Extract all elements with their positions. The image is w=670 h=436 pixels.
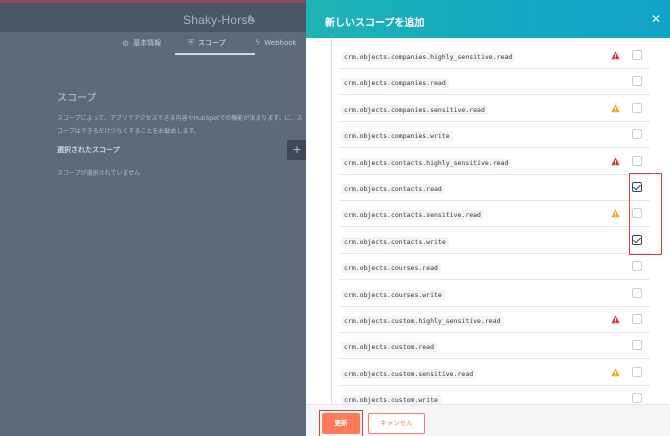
- scope-name: crm.objects.companies.sensitive.read: [341, 104, 488, 115]
- scope-row[interactable]: crm.objects.courses.write: [339, 281, 650, 307]
- scope-row[interactable]: crm.objects.contacts.read: [339, 175, 650, 201]
- scope-row[interactable]: crm.objects.companies.write: [339, 122, 650, 149]
- scope-row[interactable]: crm.objects.custom.highly_sensitive.read: [339, 307, 650, 333]
- warning-icon: [611, 315, 620, 324]
- close-icon[interactable]: ✕: [651, 12, 661, 26]
- warning-icon: [611, 368, 620, 377]
- add-scope-button[interactable]: +: [287, 140, 307, 160]
- scope-checkbox[interactable]: [632, 50, 642, 60]
- scope-checkbox[interactable]: [632, 287, 642, 298]
- panel-title: 新しいスコープを追加: [325, 18, 425, 29]
- pencil-icon[interactable]: ✎: [247, 13, 256, 26]
- lightning-icon: ϟ: [255, 38, 261, 47]
- scope-row[interactable]: crm.objects.custom.read: [339, 333, 650, 360]
- selected-scopes-title: 選択されたスコープ: [57, 146, 120, 154]
- section-description: スコープによって、アプリでアクセスできる内容やHubSpotでの機能が決まります…: [57, 115, 303, 135]
- gear-icon: ⚙: [122, 38, 130, 48]
- scope-name: crm.objects.custom.write: [341, 395, 441, 404]
- scope-checkbox[interactable]: [632, 261, 642, 272]
- scope-row[interactable]: crm.objects.companies.highly_sensitive.r…: [339, 43, 650, 69]
- scope-name: crm.objects.companies.read: [341, 78, 449, 89]
- scope-row[interactable]: crm.objects.custom.write: [339, 386, 650, 404]
- scope-row[interactable]: crm.objects.companies.read: [339, 69, 650, 96]
- scope-name: crm.objects.courses.read: [341, 263, 441, 274]
- scope-checkbox[interactable]: [632, 314, 642, 324]
- cancel-button[interactable]: キャンセル: [368, 413, 425, 434]
- scope-name: crm.objects.custom.read: [341, 342, 438, 353]
- panel-header: 新しいスコープを追加 ✕: [306, 0, 670, 38]
- tab-basic-info[interactable]: ⚙ 基本情報: [122, 38, 161, 48]
- tab-scope[interactable]: ⛨ スコープ: [188, 38, 226, 48]
- scope-name: crm.objects.custom.sensitive.read: [341, 368, 477, 379]
- scope-row[interactable]: crm.objects.courses.read: [339, 254, 650, 281]
- scope-name: crm.objects.contacts.sensitive.read: [341, 210, 484, 221]
- scope-row[interactable]: crm.objects.custom.sensitive.read: [339, 360, 650, 386]
- scope-name: crm.objects.companies.highly_sensitive.r…: [341, 52, 516, 62]
- warning-icon: [611, 51, 620, 60]
- scope-checkbox[interactable]: [632, 366, 642, 377]
- section-title: スコープ: [57, 93, 97, 104]
- scope-row[interactable]: crm.objects.companies.sensitive.read: [339, 96, 650, 122]
- active-tab-indicator: [175, 53, 255, 55]
- scope-row[interactable]: crm.objects.contacts.write: [339, 228, 650, 254]
- scope-checkbox[interactable]: [632, 340, 642, 351]
- tab-label: 基本情報: [133, 39, 162, 47]
- scope-checkbox[interactable]: [632, 129, 642, 140]
- scroll-track: [331, 38, 332, 404]
- scope-name: crm.objects.contacts.highly_sensitive.re…: [341, 157, 512, 168]
- scope-name: crm.objects.custom.highly_sensitive.read: [341, 316, 504, 326]
- shield-icon: ⛨: [188, 38, 194, 47]
- scope-name: crm.objects.courses.write: [341, 289, 445, 300]
- panel-footer: 更新 キャンセル: [306, 404, 670, 436]
- tab-label: スコープ: [198, 39, 226, 47]
- warning-icon: [611, 157, 620, 165]
- scope-checkbox[interactable]: [632, 393, 642, 404]
- scope-row[interactable]: crm.objects.contacts.highly_sensitive.re…: [339, 149, 650, 175]
- scope-name: crm.objects.companies.write: [341, 131, 453, 142]
- scope-checkbox[interactable]: [632, 102, 642, 113]
- warning-icon: [611, 209, 620, 218]
- checkbox-highlight: [629, 173, 662, 255]
- scope-name: crm.objects.contacts.write: [341, 236, 449, 247]
- tab-label: Webhook: [264, 38, 297, 47]
- warning-icon: [611, 104, 620, 113]
- scope-name: crm.objects.contacts.read: [341, 184, 445, 194]
- add-scope-panel: 新しいスコープを追加 ✕ crm.objects.companies.highl…: [306, 0, 670, 436]
- tab-webhook[interactable]: ϟ Webhook: [255, 38, 297, 47]
- scope-checkbox[interactable]: [632, 76, 642, 87]
- scope-list[interactable]: crm.objects.companies.highly_sensitive.r…: [326, 38, 660, 404]
- scope-row[interactable]: crm.objects.contacts.sensitive.read: [339, 201, 650, 228]
- scope-checkbox[interactable]: [632, 155, 642, 166]
- app-title: Shaky-Horse: [183, 13, 255, 27]
- empty-scopes-text: スコープが選択されていません: [57, 170, 141, 177]
- update-button[interactable]: 更新: [322, 413, 360, 434]
